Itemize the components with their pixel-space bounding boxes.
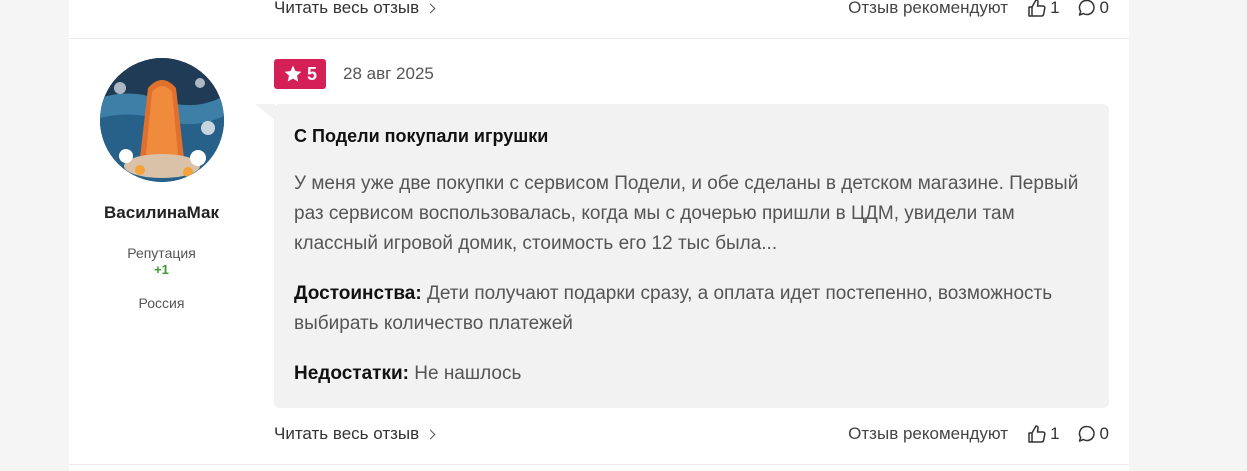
prev-comment-button[interactable]: 0 <box>1077 0 1109 18</box>
review-author: ВасилинаМак Репутация +1 Россия <box>69 58 254 311</box>
review-divider <box>69 38 1129 39</box>
review-date: 28 авг 2025 <box>343 64 434 83</box>
prev-read-more-link[interactable]: Читать весь отзыв <box>274 0 436 18</box>
rating-badge: 5 <box>274 59 326 89</box>
bottom-divider <box>69 464 1129 465</box>
review-title[interactable]: С Подели покупали игрушки <box>294 126 1089 147</box>
review-body: С Подели покупали игрушки У меня уже две… <box>255 104 1109 408</box>
chevron-right-icon <box>425 3 436 13</box>
reputation-value: +1 <box>154 262 169 277</box>
avatar-image <box>99 58 224 182</box>
comment-icon <box>1078 425 1095 442</box>
prev-read-more-label: Читать весь отзыв <box>274 0 420 17</box>
cons-text: Не нашлось <box>414 363 522 384</box>
prev-comment-count: 0 <box>1099 0 1109 17</box>
review-text: У меня уже две покупки с сервисом Подели… <box>294 173 1079 254</box>
reviews-card: Читать весь отзыв Отзыв рекомендуют 1 0 <box>69 0 1129 471</box>
like-button[interactable]: 1 <box>1027 424 1060 444</box>
like-count: 1 <box>1050 424 1060 443</box>
author-country: Россия <box>138 295 185 311</box>
review-cons: Недостатки: Не нашлось <box>294 359 1089 389</box>
cons-label: Недостатки: <box>294 363 409 384</box>
comment-icon <box>1078 0 1095 16</box>
comment-count: 0 <box>1099 424 1109 443</box>
star-icon <box>284 65 302 82</box>
review-footer: Читать весь отзыв Отзыв рекомендуют 1 0 <box>274 422 1109 446</box>
review-pros: Достоинства: Дети получают подарки сразу… <box>294 279 1089 339</box>
thumbs-up-icon <box>1028 0 1046 17</box>
read-more-label: Читать весь отзыв <box>274 424 420 443</box>
recommend-label: Отзыв рекомендуют <box>848 424 1009 443</box>
prev-like-count: 1 <box>1050 0 1060 17</box>
author-name[interactable]: ВасилинаМак <box>69 203 254 223</box>
prev-review-footer: Читать весь отзыв Отзыв рекомендуют 1 0 <box>274 0 1109 20</box>
chevron-right-icon <box>425 429 436 439</box>
rating-value: 5 <box>306 63 317 84</box>
prev-review-actions: Отзыв рекомендуют 1 0 <box>848 0 1109 18</box>
thumbs-up-icon <box>1028 425 1046 443</box>
comment-button[interactable]: 0 <box>1077 424 1109 444</box>
review-actions: Отзыв рекомендуют 1 0 <box>848 424 1109 444</box>
reputation-label: Репутация <box>127 245 196 261</box>
read-more-link[interactable]: Читать весь отзыв <box>274 424 436 444</box>
pros-label: Достоинства: <box>294 283 422 304</box>
avatar[interactable] <box>99 58 224 182</box>
prev-like-button[interactable]: 1 <box>1027 0 1060 18</box>
prev-recommend-label: Отзыв рекомендуют <box>848 0 1009 17</box>
